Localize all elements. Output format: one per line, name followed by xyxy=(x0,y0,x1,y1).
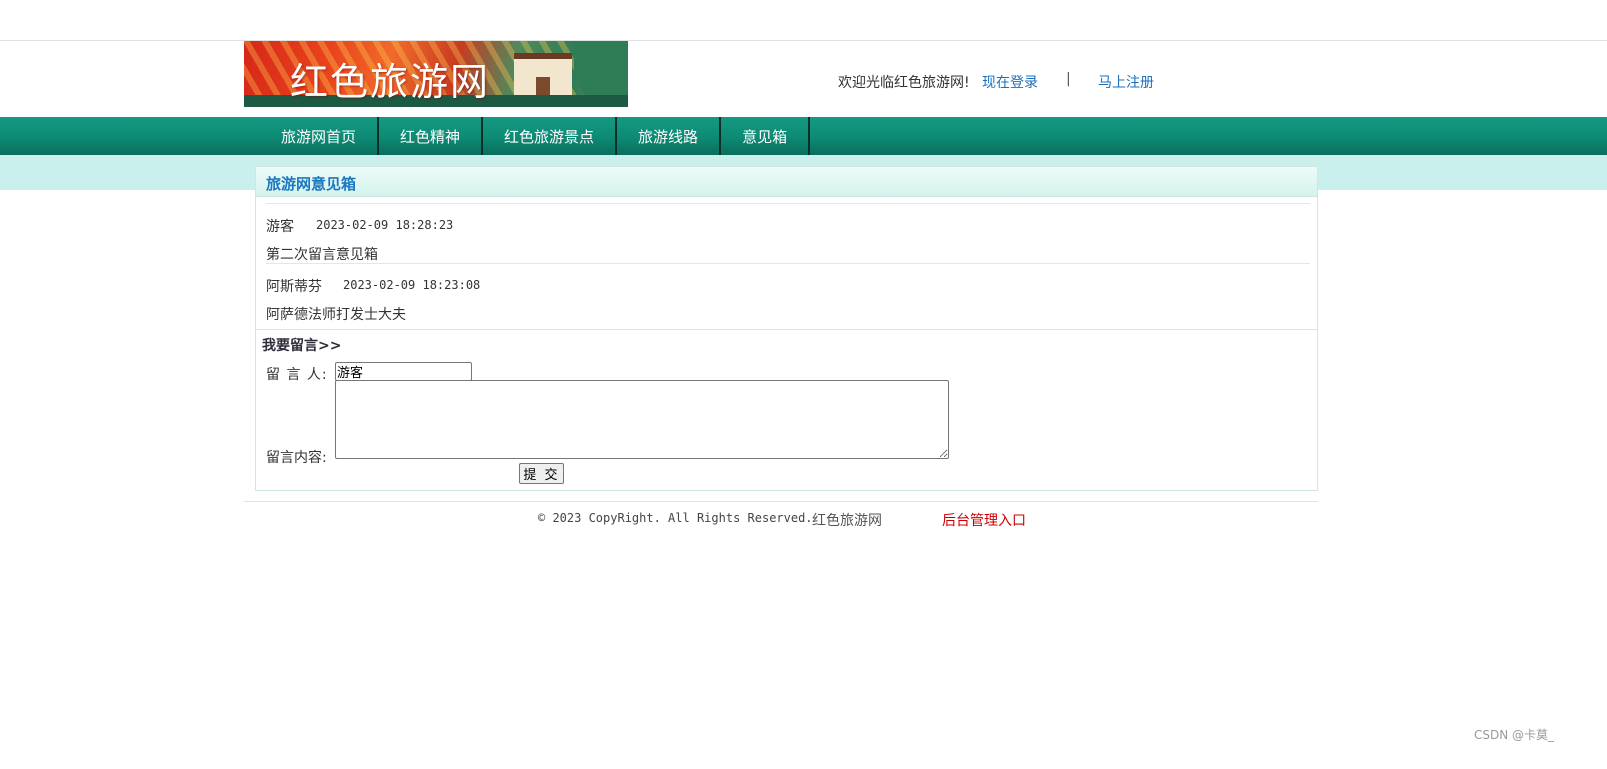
author-label: 留 言 人: xyxy=(266,367,328,383)
logo-title: 红色旅游网 xyxy=(290,60,491,104)
panel-header: 旅游网意见箱 xyxy=(256,167,1317,197)
nav-items: 旅游网首页 红色精神 红色旅游景点 旅游线路 意见箱 xyxy=(260,117,811,155)
list-item: 游客 2023-02-09 18:28:23 第二次留言意见箱 xyxy=(266,203,1310,263)
content-label: 留言内容: xyxy=(266,450,327,466)
form-heading: 我要留言>> xyxy=(262,338,342,354)
login-link[interactable]: 现在登录 xyxy=(982,72,1038,92)
submit-button[interactable]: 提 交 xyxy=(519,463,564,484)
message-time: 2023-02-09 18:23:08 xyxy=(343,278,481,292)
admin-entry-link[interactable]: 后台管理入口 xyxy=(942,510,1026,530)
page-title: 旅游网意见箱 xyxy=(266,175,357,193)
register-link[interactable]: 马上注册 xyxy=(1098,72,1154,92)
suggestion-box-panel: 旅游网意见箱 游客 2023-02-09 18:28:23 第二次留言意见箱 阿… xyxy=(255,166,1318,491)
message-time: 2023-02-09 18:28:23 xyxy=(316,218,454,232)
footer-divider xyxy=(244,501,1318,502)
author-input[interactable] xyxy=(335,362,472,381)
content-textarea[interactable] xyxy=(335,380,949,459)
header-separator: | xyxy=(1066,71,1071,87)
message-content: 第二次留言意见箱 xyxy=(266,247,378,263)
nav-item-home[interactable]: 旅游网首页 xyxy=(260,117,380,155)
nav-item-red-spirit[interactable]: 红色精神 xyxy=(379,117,484,155)
watermark: CSDN @卡莫_ xyxy=(1474,728,1555,742)
form-divider xyxy=(256,329,1317,330)
list-item: 阿斯蒂芬 2023-02-09 18:23:08 阿萨德法师打发士大夫 xyxy=(266,263,1310,326)
footer-site-name: 红色旅游网 xyxy=(812,513,882,529)
message-content: 阿萨德法师打发士大夫 xyxy=(266,307,406,323)
top-divider xyxy=(0,40,1607,41)
site-logo[interactable]: 红色旅游网 xyxy=(244,41,628,107)
message-author: 游客 xyxy=(266,219,294,235)
nav-item-routes[interactable]: 旅游线路 xyxy=(617,117,722,155)
copyright-text: © 2023 CopyRight. All Rights Reserved. xyxy=(538,511,813,525)
welcome-text: 欢迎光临红色旅游网! xyxy=(838,75,970,91)
main-nav: 旅游网首页 红色精神 红色旅游景点 旅游线路 意见箱 xyxy=(0,117,1607,155)
nav-item-suggestion-box[interactable]: 意见箱 xyxy=(721,117,811,155)
nav-item-scenic-spots[interactable]: 红色旅游景点 xyxy=(483,117,618,155)
message-author: 阿斯蒂芬 xyxy=(266,279,322,295)
